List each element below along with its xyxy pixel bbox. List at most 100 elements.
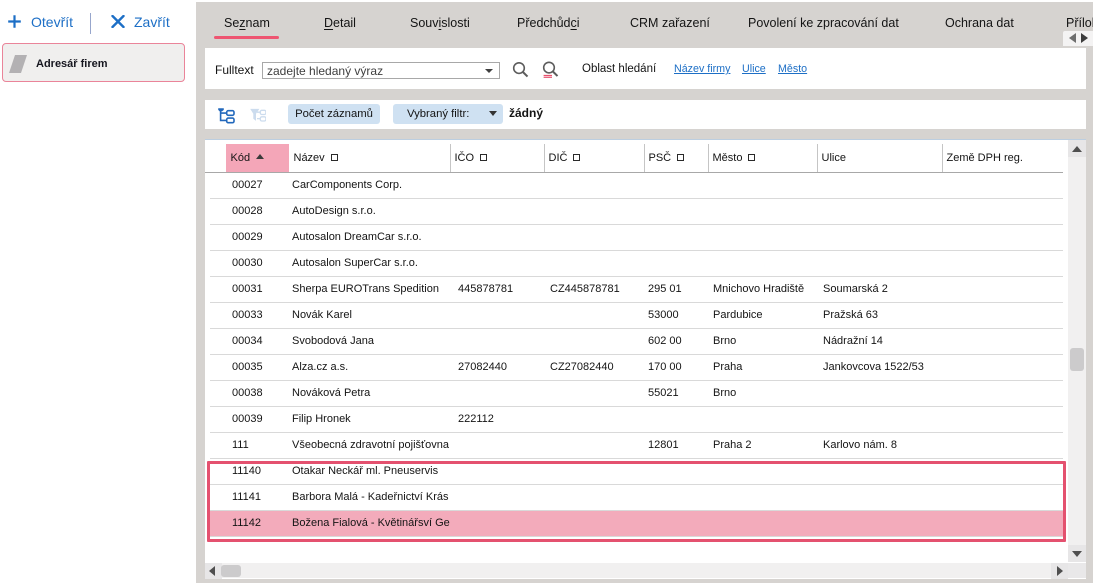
scroll-up-icon xyxy=(1072,146,1082,152)
scope-link-ulice[interactable]: Ulice xyxy=(742,63,766,75)
cell-kod: 00035 xyxy=(232,355,289,380)
column-filter-box-icon[interactable] xyxy=(480,154,487,161)
horizontal-scrollbar[interactable] xyxy=(205,563,1068,578)
cell-mesto: Mnichovo Hradiště xyxy=(713,277,817,302)
table-row-00039[interactable]: 00039Filip Hronek222112 xyxy=(210,407,1063,433)
module-icon xyxy=(7,54,29,74)
tree-view-icon[interactable] xyxy=(217,105,236,124)
cell-kod: 00030 xyxy=(232,251,289,276)
search-icon[interactable] xyxy=(511,60,530,79)
cell-kod: 11141 xyxy=(232,485,289,510)
column-header-nazev[interactable]: Název xyxy=(289,144,450,172)
column-filter-box-icon[interactable] xyxy=(573,154,580,161)
fulltext-input[interactable]: zadejte hledaný výraz xyxy=(262,62,500,79)
column-header-kod[interactable]: Kód xyxy=(226,144,289,172)
main-area: Seznam Detail Souvislosti Předchůdci CRM zař… xyxy=(196,2,1093,583)
cell-ulice: Soumarská 2 xyxy=(823,277,942,302)
search-highlight-icon[interactable] xyxy=(541,60,560,79)
cell-nazev: CarComponents Corp. xyxy=(292,173,450,198)
plus-icon xyxy=(7,14,22,29)
cell-nazev: AutoDesign s.r.o. xyxy=(292,199,450,224)
table-row-111[interactable]: 111Všeobecná zdravotní pojišťovna12801Pr… xyxy=(210,433,1063,459)
vertical-scrollbar-thumb[interactable] xyxy=(1070,348,1084,371)
cell-ulice: Pražská 63 xyxy=(823,303,942,328)
table-panel: KódNázevIČODIČPSČMěstoUliceZemě DPH reg.… xyxy=(205,139,1086,579)
tab-scroll-left-icon[interactable] xyxy=(1069,33,1076,43)
record-count-button[interactable]: Počet záznamů xyxy=(288,104,380,124)
column-filter-box-icon[interactable] xyxy=(331,154,338,161)
tab-souvislosti[interactable]: Souvislosti xyxy=(410,16,470,30)
table-row-11142[interactable]: 11142Božena Fialová - Květinářsví Ge xyxy=(210,511,1063,537)
cell-mesto: Praha xyxy=(713,355,817,380)
tab-p-edch-dci[interactable]: Předchůdci xyxy=(517,16,580,30)
scroll-right-button[interactable] xyxy=(1051,563,1068,579)
cell-kod: 00039 xyxy=(232,407,289,432)
column-header-zeme[interactable]: Země DPH reg. xyxy=(942,144,1063,172)
cell-nazev: Svobodová Jana xyxy=(292,329,450,354)
tab-p-lohy[interactable]: Přílohy xyxy=(1066,16,1093,30)
column-filter-box-icon[interactable] xyxy=(748,154,755,161)
tab-scroll-right-icon[interactable] xyxy=(1081,33,1088,43)
vertical-scrollbar[interactable] xyxy=(1068,140,1086,562)
cell-psc: 53000 xyxy=(648,303,708,328)
scope-link-n-zev-firmy[interactable]: Název firmy xyxy=(674,63,730,75)
sidebar: Otevřít Zavřít Adresář firem xyxy=(0,0,196,583)
scroll-right-icon xyxy=(1057,566,1063,576)
selected-filter-value: žádný xyxy=(509,106,543,120)
search-scope-label: Oblast hledání xyxy=(582,63,656,75)
scroll-down-button[interactable] xyxy=(1068,545,1086,562)
cell-psc: 170 00 xyxy=(648,355,708,380)
tab-detail[interactable]: Detail xyxy=(324,16,356,30)
cell-ulice: Karlovo nám. 8 xyxy=(823,433,942,458)
scroll-up-button[interactable] xyxy=(1068,140,1086,157)
cell-dic: CZ445878781 xyxy=(550,277,644,302)
tab-seznam[interactable]: Seznam xyxy=(224,16,270,30)
selected-filter-dropdown[interactable]: Vybraný filtr: xyxy=(393,104,503,124)
cell-nazev: Autosalon DreamCar s.r.o. xyxy=(292,225,450,250)
tab-bar: Seznam Detail Souvislosti Předchůdci CRM zař… xyxy=(196,2,1093,48)
module-card-adresar-firem[interactable]: Adresář firem xyxy=(2,43,185,82)
table-header: KódNázevIČODIČPSČMěstoUliceZemě DPH reg. xyxy=(205,144,1063,173)
open-button[interactable]: Otevřít xyxy=(31,13,73,31)
application-window: Otevřít Zavřít Adresář firem Seznam Detai… xyxy=(0,0,1093,583)
column-filter-box-icon[interactable] xyxy=(677,154,684,161)
table-row-00035[interactable]: 00035Alza.cz a.s.27082440CZ27082440170 0… xyxy=(210,355,1063,381)
fulltext-dropdown-icon[interactable] xyxy=(485,69,493,73)
horizontal-scrollbar-thumb[interactable] xyxy=(221,565,241,577)
cell-kod: 00034 xyxy=(232,329,289,354)
cell-nazev: Všeobecná zdravotní pojišťovna xyxy=(292,433,450,458)
tab-scroller xyxy=(1063,31,1093,46)
table-row-00038[interactable]: 00038Nováková Petra55021Brno xyxy=(210,381,1063,407)
table-row-00031[interactable]: 00031Sherpa EUROTrans Spedition445878781… xyxy=(210,277,1063,303)
scope-link-m-sto[interactable]: Město xyxy=(778,63,807,75)
tab-ochrana-dat[interactable]: Ochrana dat xyxy=(945,16,1014,30)
cell-ico: 27082440 xyxy=(458,355,544,380)
table-row-00033[interactable]: 00033Novák Karel53000PardubicePražská 63 xyxy=(210,303,1063,329)
column-header-ulice[interactable]: Ulice xyxy=(817,144,942,172)
table-row-00034[interactable]: 00034Svobodová Jana602 00BrnoNádražní 14 xyxy=(210,329,1063,355)
table-row-00027[interactable]: 00027CarComponents Corp. xyxy=(210,173,1063,199)
cell-nazev: Otakar Neckář ml. Pneuservis xyxy=(292,459,450,484)
tab-povolen-ke-zpracov-n-dat[interactable]: Povolení ke zpracování dat xyxy=(748,16,899,30)
cell-ico: 222112 xyxy=(458,407,544,432)
tab-crm-za-azen-[interactable]: CRM zařazení xyxy=(630,16,710,30)
module-card-label: Adresář firem xyxy=(36,58,108,70)
cell-kod: 00027 xyxy=(232,173,289,198)
column-header-mesto[interactable]: Město xyxy=(708,144,817,172)
column-header-psc[interactable]: PSČ xyxy=(644,144,708,172)
cell-nazev: Autosalon SuperCar s.r.o. xyxy=(292,251,450,276)
cell-nazev: Barbora Malá - Kadeřnictví Krás xyxy=(292,485,450,510)
table-row-00030[interactable]: 00030Autosalon SuperCar s.r.o. xyxy=(210,251,1063,277)
table-row-00029[interactable]: 00029Autosalon DreamCar s.r.o. xyxy=(210,225,1063,251)
filter-dropdown-arrow-icon xyxy=(489,111,497,116)
scroll-down-icon xyxy=(1072,551,1082,557)
cell-mesto: Brno xyxy=(713,329,817,354)
table-row-11141[interactable]: 11141Barbora Malá - Kadeřnictví Krás xyxy=(210,485,1063,511)
column-header-ico[interactable]: IČO xyxy=(450,144,544,172)
table-row-11140[interactable]: 11140Otakar Neckář ml. Pneuservis xyxy=(210,459,1063,485)
cell-kod: 00038 xyxy=(232,381,289,406)
column-header-dic[interactable]: DIČ xyxy=(544,144,644,172)
close-button[interactable]: Zavřít xyxy=(134,13,170,31)
scroll-left-button[interactable] xyxy=(205,563,222,579)
table-row-00028[interactable]: 00028AutoDesign s.r.o. xyxy=(210,199,1063,225)
